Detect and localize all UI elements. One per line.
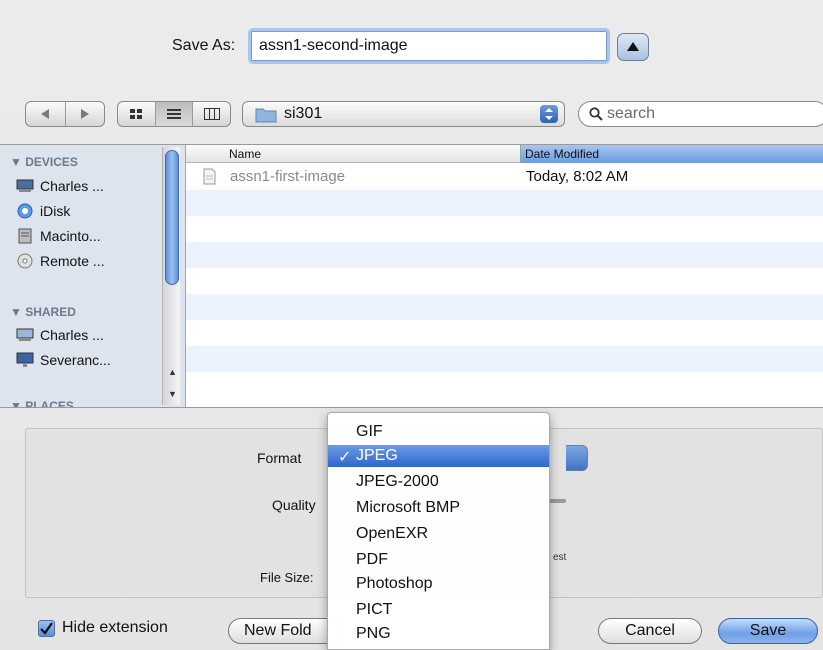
empty-row	[186, 294, 823, 320]
display-icon	[16, 352, 34, 368]
empty-row	[186, 346, 823, 372]
save-dialog: Save As: assn1-second-image si301 search…	[0, 0, 823, 650]
save-as-area: Save As: assn1-second-image	[0, 0, 823, 85]
list-view-button[interactable]	[155, 102, 194, 126]
column-header-name[interactable]: Name	[229, 147, 261, 161]
sidebar-item-remote-disc[interactable]: Remote ...	[16, 251, 105, 271]
sidebar-scroll-thumb[interactable]	[165, 150, 179, 285]
list-view-icon	[167, 109, 181, 119]
menu-item-photoshop[interactable]: Photoshop	[328, 573, 549, 595]
empty-row	[186, 190, 823, 216]
scroll-up-arrow-icon[interactable]: ▲	[168, 367, 177, 377]
column-view-icon	[203, 108, 220, 120]
file-browser: ▼ DEVICES Charles ... iDisk Macinto... R…	[0, 144, 823, 408]
checkmark-icon: ✓	[338, 449, 352, 466]
menu-item-openexr[interactable]: OpenEXR	[328, 523, 549, 545]
sidebar: ▼ DEVICES Charles ... iDisk Macinto... R…	[0, 145, 186, 407]
filename-input[interactable]: assn1-second-image	[251, 31, 607, 61]
checkmark-icon	[40, 622, 53, 635]
quality-label: Quality	[272, 497, 316, 513]
format-dropdown-menu: GIF ✓ JPEG JPEG-2000 Microsoft BMP OpenEX…	[327, 412, 550, 650]
search-icon	[589, 107, 603, 121]
search-field[interactable]	[578, 101, 823, 127]
file-size-label: File Size:	[260, 570, 314, 585]
document-icon	[203, 168, 216, 185]
sidebar-item-severance[interactable]: Severanc...	[16, 350, 111, 370]
hide-extension-label: Hide extension	[62, 619, 168, 636]
toolbar: si301	[0, 97, 823, 133]
sidebar-scrollbar[interactable]: ▲ ▼	[162, 147, 180, 405]
empty-row	[186, 216, 823, 242]
sidebar-item-macintosh-hd[interactable]: Macinto...	[16, 226, 101, 246]
menu-item-pdf[interactable]: PDF	[328, 549, 549, 571]
list-header: Name Date Modified	[186, 145, 823, 163]
empty-row	[186, 242, 823, 268]
folder-icon	[255, 108, 277, 123]
back-arrow-icon	[41, 109, 50, 119]
save-as-label: Save As:	[172, 37, 236, 54]
collapse-dialog-button[interactable]	[617, 33, 649, 61]
sidebar-header-shared[interactable]: ▼ SHARED	[10, 305, 76, 319]
search-input[interactable]	[607, 105, 807, 123]
menu-item-jpeg[interactable]: ✓ JPEG	[328, 445, 549, 467]
forward-arrow-icon	[80, 109, 89, 119]
menu-item-gif[interactable]: GIF	[328, 421, 549, 443]
menu-item-png[interactable]: PNG	[328, 623, 549, 645]
hard-drive-icon	[16, 228, 34, 244]
file-date: Today, 8:02 AM	[526, 168, 629, 185]
menu-item-microsoft-bmp[interactable]: Microsoft BMP	[328, 497, 549, 519]
file-list: Name Date Modified assn1-first-image Tod…	[186, 145, 823, 407]
empty-row	[186, 268, 823, 294]
column-view-button[interactable]	[193, 102, 230, 126]
view-mode-control	[117, 101, 231, 127]
folder-path-popup[interactable]: si301	[242, 101, 565, 127]
menu-item-pict[interactable]: PICT	[328, 599, 549, 621]
new-folder-button[interactable]: New Fold	[228, 618, 338, 644]
popup-stepper-icon	[540, 105, 558, 123]
icon-view-icon	[130, 109, 143, 119]
idisk-icon	[16, 203, 34, 219]
sidebar-item-charles-computer[interactable]: Charles ...	[16, 176, 104, 196]
empty-row	[186, 372, 823, 398]
table-row[interactable]: assn1-first-image Today, 8:02 AM	[186, 164, 823, 190]
computer-icon	[16, 178, 34, 194]
remote-disc-icon	[16, 253, 34, 269]
triangle-up-icon	[627, 42, 639, 51]
empty-row	[186, 320, 823, 346]
column-header-date-modified[interactable]: Date Modified	[520, 145, 823, 163]
format-popup[interactable]	[566, 445, 588, 471]
sidebar-item-charles-shared[interactable]: Charles ...	[16, 325, 104, 345]
save-button[interactable]: Save	[718, 618, 818, 644]
file-name: assn1-first-image	[230, 168, 346, 185]
back-forward-control	[25, 101, 105, 127]
cancel-button[interactable]: Cancel	[598, 618, 702, 644]
icon-view-button[interactable]	[118, 102, 156, 126]
scroll-down-arrow-icon[interactable]: ▼	[168, 389, 177, 399]
sidebar-item-idisk[interactable]: iDisk	[16, 201, 70, 221]
menu-item-jpeg-2000[interactable]: JPEG-2000	[328, 471, 549, 493]
sidebar-header-places[interactable]: ▼ PLACES	[10, 399, 74, 407]
sidebar-header-devices[interactable]: ▼ DEVICES	[10, 155, 78, 169]
format-label: Format	[257, 450, 302, 466]
current-folder-label: si301	[284, 105, 323, 122]
forward-button[interactable]	[66, 102, 105, 126]
shared-computer-icon	[16, 327, 34, 343]
hide-extension-checkbox[interactable]	[38, 620, 55, 637]
back-button[interactable]	[26, 102, 66, 126]
quality-tick-label: est	[553, 552, 567, 563]
